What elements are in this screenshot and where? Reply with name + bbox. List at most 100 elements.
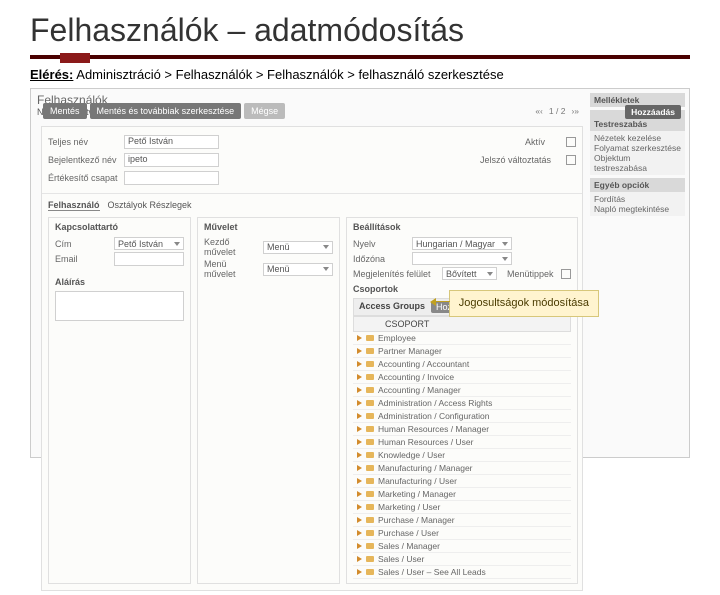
address-label: Cím xyxy=(55,239,110,249)
edit-icon[interactable] xyxy=(357,374,362,380)
chevron-down-icon xyxy=(487,272,493,276)
group-name: Accounting / Invoice xyxy=(378,372,454,382)
group-row[interactable]: Human Resources / Manager xyxy=(353,423,571,436)
group-row[interactable]: Sales / User – See All Leads xyxy=(353,566,571,579)
edit-icon[interactable] xyxy=(357,530,362,536)
group-name: Marketing / User xyxy=(378,502,440,512)
group-row[interactable]: Manufacturing / User xyxy=(353,475,571,488)
language-select[interactable]: Hungarian / Magyar xyxy=(412,237,512,250)
timezone-select[interactable] xyxy=(412,252,512,265)
pager-next-icon[interactable]: ›» xyxy=(569,106,581,116)
chevron-down-icon xyxy=(174,242,180,246)
edit-icon[interactable] xyxy=(357,569,362,575)
group-row[interactable]: Accounting / Invoice xyxy=(353,371,571,384)
group-row[interactable]: Administration / Access Rights xyxy=(353,397,571,410)
edit-icon[interactable] xyxy=(357,465,362,471)
group-row[interactable]: Marketing / User xyxy=(353,501,571,514)
side-panel: Mellékletek Hozzáadás Testreszabás Nézet… xyxy=(590,93,685,216)
folder-icon xyxy=(366,504,374,510)
record-pager[interactable]: «‹ 1 / 2 ›» xyxy=(533,103,581,119)
email-label: Email xyxy=(55,254,110,264)
chevron-down-icon xyxy=(502,257,508,261)
side-item[interactable]: Nézetek kezelése xyxy=(594,133,681,143)
language-label: Nyelv xyxy=(353,239,408,249)
edit-icon[interactable] xyxy=(357,361,362,367)
edit-icon[interactable] xyxy=(357,439,362,445)
folder-icon xyxy=(366,478,374,484)
edit-icon[interactable] xyxy=(357,504,362,510)
edit-icon[interactable] xyxy=(357,517,362,523)
edit-icon[interactable] xyxy=(357,335,362,341)
save-and-edit-button[interactable]: Mentés és továbbiak szerkesztése xyxy=(90,103,242,119)
login-input[interactable]: ipeto xyxy=(124,153,219,167)
folder-icon xyxy=(366,348,374,354)
password-change-checkbox[interactable] xyxy=(566,155,576,165)
user-form: Teljes név Pető István Aktív Bejelentkez… xyxy=(41,126,583,591)
side-sec-other: Egyéb opciók xyxy=(590,178,685,192)
group-row[interactable]: Accounting / Accountant xyxy=(353,358,571,371)
tab-departments[interactable]: Osztályok Részlegek xyxy=(108,200,192,211)
group-row[interactable]: Sales / Manager xyxy=(353,540,571,553)
group-row[interactable]: Knowledge / User xyxy=(353,449,571,462)
home-action-label: Kezdő művelet xyxy=(204,237,259,257)
pager-position: 1 / 2 xyxy=(547,106,568,116)
group-row[interactable]: Human Resources / User xyxy=(353,436,571,449)
group-row[interactable]: Accounting / Manager xyxy=(353,384,571,397)
team-input[interactable] xyxy=(124,171,219,185)
pager-prev-icon[interactable]: «‹ xyxy=(533,106,545,116)
edit-icon[interactable] xyxy=(357,478,362,484)
cancel-button[interactable]: Mégse xyxy=(244,103,285,119)
group-row[interactable]: Partner Manager xyxy=(353,345,571,358)
tips-checkbox[interactable] xyxy=(561,269,571,279)
group-name: Accounting / Accountant xyxy=(378,359,469,369)
address-select[interactable]: Pető István xyxy=(114,237,184,250)
interface-select[interactable]: Bővített xyxy=(442,267,497,280)
group-row[interactable]: Purchase / Manager xyxy=(353,514,571,527)
side-item[interactable]: Napló megtekintése xyxy=(594,204,681,214)
menu-action-select[interactable]: Menü xyxy=(263,263,333,276)
folder-icon xyxy=(366,426,374,432)
edit-icon[interactable] xyxy=(357,348,362,354)
edit-icon[interactable] xyxy=(357,556,362,562)
side-item[interactable]: Folyamat szerkesztése xyxy=(594,143,681,153)
folder-icon xyxy=(366,465,374,471)
add-attachment-button[interactable]: Hozzáadás xyxy=(625,105,681,119)
signature-textarea[interactable] xyxy=(55,291,184,321)
save-button[interactable]: Mentés xyxy=(43,103,87,119)
timezone-label: Időzóna xyxy=(353,254,408,264)
folder-icon xyxy=(366,452,374,458)
group-row[interactable]: Purchase / User xyxy=(353,527,571,540)
group-name: Accounting / Manager xyxy=(378,385,461,395)
active-checkbox[interactable] xyxy=(566,137,576,147)
team-label: Értékesítő csapat xyxy=(48,173,118,183)
chevron-down-icon xyxy=(323,245,329,249)
side-item[interactable]: Fordítás xyxy=(594,194,681,204)
edit-icon[interactable] xyxy=(357,413,362,419)
folder-icon xyxy=(366,387,374,393)
edit-icon[interactable] xyxy=(357,387,362,393)
folder-icon xyxy=(366,530,374,536)
folder-icon xyxy=(366,361,374,367)
side-item[interactable]: Objektum testreszabása xyxy=(594,153,681,173)
group-row[interactable]: Sales / User xyxy=(353,553,571,566)
action-tabs: Mentés Mentés és továbbiak szerkesztése … xyxy=(37,103,587,122)
edit-icon[interactable] xyxy=(357,543,362,549)
tab-user[interactable]: Felhasználó xyxy=(48,200,100,211)
group-name: Partner Manager xyxy=(378,346,442,356)
group-row[interactable]: Marketing / Manager xyxy=(353,488,571,501)
group-row[interactable]: Administration / Configuration xyxy=(353,410,571,423)
group-row[interactable]: Manufacturing / Manager xyxy=(353,462,571,475)
home-action-select[interactable]: Menü xyxy=(263,241,333,254)
edit-icon[interactable] xyxy=(357,452,362,458)
login-label: Bejelentkező név xyxy=(48,155,118,165)
app-screenshot: Felhasználók Név: Pető István Melléklete… xyxy=(30,88,690,458)
name-input[interactable]: Pető István xyxy=(124,135,219,149)
edit-icon[interactable] xyxy=(357,426,362,432)
menu-action-label: Menü művelet xyxy=(204,259,259,279)
edit-icon[interactable] xyxy=(357,400,362,406)
group-row[interactable]: Employee xyxy=(353,332,571,345)
edit-icon[interactable] xyxy=(357,491,362,497)
group-name: Knowledge / User xyxy=(378,450,445,460)
page-title: Felhasználók – adatmódosítás xyxy=(30,12,690,49)
email-input[interactable] xyxy=(114,252,184,266)
